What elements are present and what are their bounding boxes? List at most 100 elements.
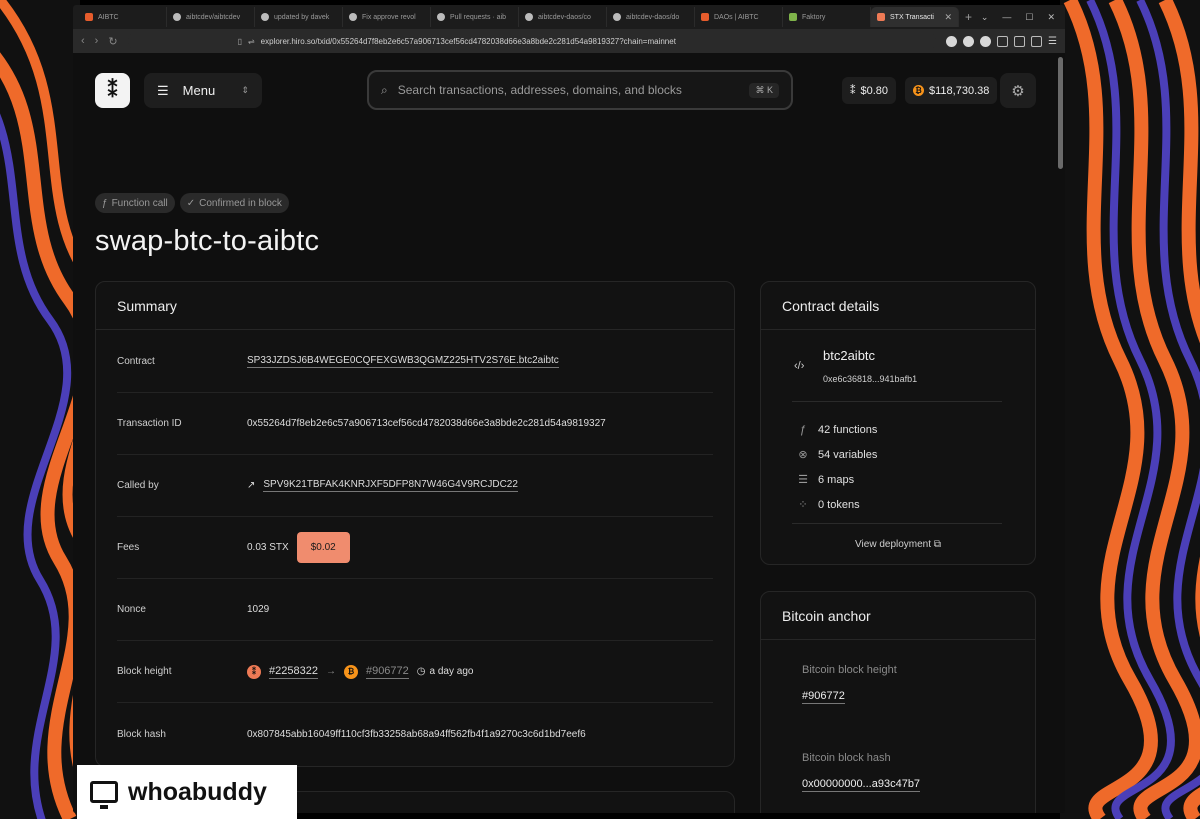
btc-price: $118,730.38 xyxy=(929,84,990,97)
bitcoin-icon: ₿ xyxy=(343,664,358,679)
contract-link[interactable]: SP33JZDSJ6B4WEGE0CQFEXGWB3QGMZ225HTV2S76… xyxy=(247,355,559,368)
minimize-icon[interactable]: — xyxy=(1002,12,1011,23)
row-label: Block hash xyxy=(117,728,166,740)
extension-icon[interactable] xyxy=(963,35,975,47)
extensions: ☰ xyxy=(946,35,1057,47)
arrow-up-right-icon: ↗ xyxy=(247,480,256,491)
url-field[interactable]: ▯ ⇌ explorer.hiro.so/txid/0x55264d7f8eb2… xyxy=(127,32,937,50)
tab-favicon-icon xyxy=(877,13,885,21)
browser-tab[interactable]: AIBTC xyxy=(79,7,167,27)
contract-stats: ƒ 42 functions ⊗ 54 variables ☰ 6 maps ⁘ 0 t… xyxy=(796,417,877,517)
confirmed-badge: ✓ Confirmed in block xyxy=(179,193,289,213)
stacks-icon: ⁑ xyxy=(850,85,856,97)
menu-label: Menu xyxy=(182,83,216,98)
btc-price-badge[interactable]: ₿ $118,730.38 xyxy=(905,77,998,104)
browser-tab[interactable]: aibtcdev-daos/co xyxy=(519,7,607,27)
forward-icon[interactable]: › xyxy=(95,35,99,47)
tab-label: aibtcdev-daos/do xyxy=(626,13,680,21)
menu-button[interactable]: ☰ Menu ⇕ xyxy=(144,73,262,108)
row-label: Transaction ID xyxy=(117,418,182,429)
maximize-icon[interactable]: ☐ xyxy=(1025,12,1033,23)
github-icon xyxy=(173,13,181,21)
close-icon[interactable]: ✕ xyxy=(1047,12,1055,23)
contract-row: Contract SP33JZDSJ6B4WEGE0CQFEXGWB3QGMZ2… xyxy=(117,331,713,393)
tab-label: Pull requests · aib xyxy=(450,13,507,21)
stat-text: 0 tokens xyxy=(818,498,860,511)
browser-menu-icon[interactable]: ☰ xyxy=(1048,36,1057,47)
tab-label: STX Transacti xyxy=(890,13,934,21)
github-icon xyxy=(261,13,269,21)
browser-tab-active[interactable]: STX Transacti ✕ xyxy=(871,7,959,27)
maps-icon: ☰ xyxy=(798,474,808,486)
stacks-logo-icon[interactable]: ⁑ xyxy=(95,73,130,108)
extensions-puzzle-icon[interactable] xyxy=(997,35,1009,47)
txid-row: Transaction ID 0x55264d7f8eb2e6c57a90671… xyxy=(117,393,713,455)
github-icon xyxy=(349,13,357,21)
caller-link[interactable]: SPV9K21TBFAK4KNRJXF5DFP8N7W46G4V9RCJDC22 xyxy=(263,479,518,492)
extension-icon[interactable] xyxy=(946,35,958,47)
chevron-down-icon[interactable]: ⌄ xyxy=(981,12,989,23)
address-bar: ‹ › ↻ ▯ ⇌ explorer.hiro.so/txid/0x55264d… xyxy=(73,29,1065,53)
fee-usd-badge[interactable]: $0.02 xyxy=(296,532,350,563)
bookmark-icon[interactable]: ▯ xyxy=(238,37,242,46)
page-scrollbar[interactable] xyxy=(1058,57,1063,169)
stat-text: 6 maps xyxy=(818,473,855,486)
browser-tab[interactable]: DAOs | AIBTC xyxy=(695,7,783,27)
fees-row: Fees 0.03 STX $0.02 xyxy=(117,517,713,579)
btc-height-label: Bitcoin block height xyxy=(802,664,897,676)
stx-block-link[interactable]: #2258322 xyxy=(269,665,318,679)
browser-tab[interactable]: Pull requests · aib xyxy=(431,7,519,27)
search-icon: ⌕ xyxy=(381,82,388,97)
reload-icon[interactable]: ↻ xyxy=(108,35,117,48)
site-info-icon[interactable]: ⇌ xyxy=(248,37,255,46)
wavy-background-right xyxy=(1060,0,1200,819)
browser-tab[interactable]: aibtcdev-daos/do xyxy=(607,7,695,27)
block-height-row: Block height ⁑ #2258322 → ₿ #906772 ◷ a … xyxy=(117,641,713,703)
stat-text: 54 variables xyxy=(818,448,878,461)
function-call-badge: ƒ Function call xyxy=(95,193,175,213)
browser-tab[interactable]: updated by davek xyxy=(255,7,343,27)
btc-block-link[interactable]: #906772 xyxy=(365,665,409,679)
search-input[interactable]: ⌕ Search transactions, addresses, domain… xyxy=(367,70,793,110)
chevron-updown-icon: ⇕ xyxy=(241,85,249,95)
search-shortcut-badge: ⌘ K xyxy=(749,82,779,98)
stat-maps: ☰ 6 maps xyxy=(796,467,877,492)
block-age: a day ago xyxy=(429,666,474,677)
search-placeholder: Search transactions, addresses, domains,… xyxy=(397,83,682,97)
browser-tab[interactable]: Faktory xyxy=(783,7,871,27)
btc-hash-label: Bitcoin block hash xyxy=(802,752,891,764)
contract-hash: 0xe6c36818...941bafb1 xyxy=(823,374,918,384)
stat-functions: ƒ 42 functions xyxy=(796,417,877,442)
bitcoin-anchor-heading: Bitcoin anchor xyxy=(761,592,1035,640)
new-tab-icon[interactable]: + xyxy=(965,10,972,24)
badge-label: Function call xyxy=(111,197,168,209)
badge-label: Confirmed in block xyxy=(199,197,282,209)
close-tab-icon[interactable]: ✕ xyxy=(944,12,952,23)
hamburger-icon: ☰ xyxy=(157,82,169,98)
tab-label: Fix approve revol xyxy=(362,13,416,21)
nonce-row: Nonce 1029 xyxy=(117,579,713,641)
btc-height-link[interactable]: #906772 xyxy=(802,690,845,704)
settings-button[interactable]: ⚙ xyxy=(1000,73,1036,108)
tab-label: Faktory xyxy=(802,13,826,21)
contract-details-card: Contract details ‹/› btc2aibtc 0xe6c3681… xyxy=(760,281,1036,565)
window-controls: ⌄ — ☐ ✕ xyxy=(981,12,1065,23)
btc-hash-link[interactable]: 0x00000000...a93c47b7 xyxy=(802,778,921,792)
tab-favicon-icon xyxy=(85,13,93,21)
contract-name[interactable]: btc2aibtc xyxy=(823,348,875,363)
extension-icon[interactable] xyxy=(980,35,992,47)
row-label: Nonce xyxy=(117,604,146,615)
clock-icon: ◷ xyxy=(416,666,426,677)
view-deployment-link[interactable]: View deployment ⧉ xyxy=(761,539,1035,550)
function-icon: ƒ xyxy=(102,197,108,209)
github-icon xyxy=(613,13,621,21)
block-hash-row: Block hash 0x807845abb16049ff110cf3fb332… xyxy=(117,703,713,765)
browser-tab[interactable]: Fix approve revol xyxy=(343,7,431,27)
wallet-icon[interactable] xyxy=(1031,35,1043,47)
tab-favicon-icon xyxy=(701,13,709,21)
back-icon[interactable]: ‹ xyxy=(81,35,85,47)
sidebar-icon[interactable] xyxy=(1014,35,1026,47)
summary-card: Summary Contract SP33JZDSJ6B4WEGE0CQFEXG… xyxy=(95,281,735,767)
browser-tab[interactable]: aibtcdev/aibtcdev xyxy=(167,7,255,27)
stx-price-badge[interactable]: ⁑ $0.80 xyxy=(842,77,897,104)
